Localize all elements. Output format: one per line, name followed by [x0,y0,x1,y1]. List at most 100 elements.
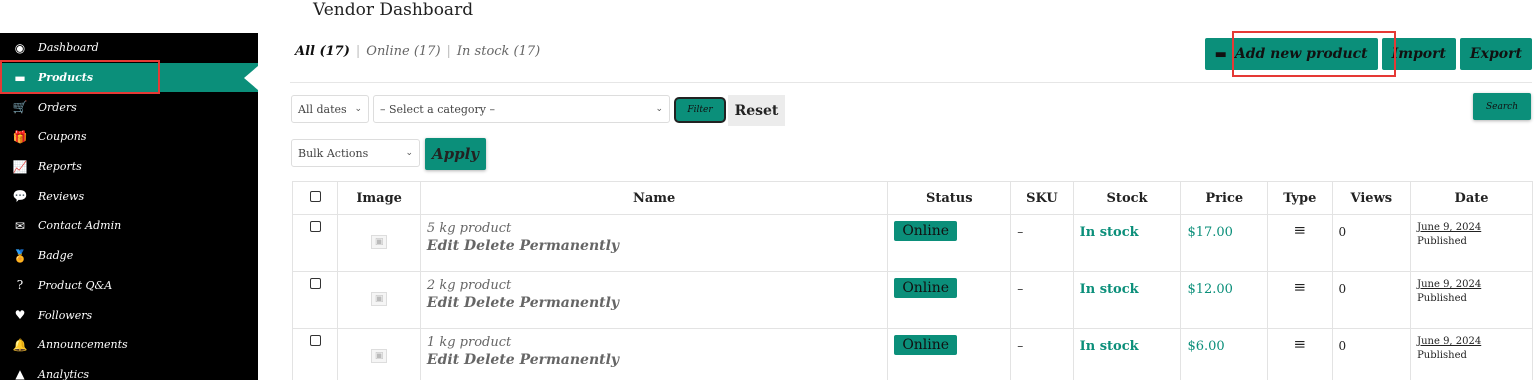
publish-status: Published [1417,293,1467,304]
sidebar-item-label: Coupons [38,130,87,144]
type-cell: ≡ [1267,328,1333,380]
add-new-product-label: Add new product [1234,46,1368,62]
sidebar-item-products[interactable]: ▬ Products [0,59,258,94]
row-select-cell [291,271,339,329]
briefcase-icon: ▬ [1214,46,1227,62]
question-circle-icon: ? [16,278,24,293]
sidebar-item-coupons[interactable]: 🎁 Coupons [0,122,258,152]
select-all-checkbox[interactable] [309,190,321,202]
price-cell: $12.00 [1180,271,1269,329]
sidebar-item-label: Analytics [38,367,90,380]
simple-product-icon: ≡ [1293,278,1307,296]
date-select[interactable]: All dates ⌄ [291,95,369,123]
select-all-cell [291,181,339,215]
views-cell: 0 [1331,328,1412,380]
price-cell: $6.00 [1180,328,1269,380]
reset-button[interactable]: Reset [728,95,785,126]
name-cell: 1 kg product Edit Delete Permanently [419,328,889,380]
product-name-link[interactable]: 5 kg product [427,221,881,237]
status-badge: Online [894,335,958,355]
filter-all-link[interactable]: All (17) [295,44,350,59]
image-cell: ▣ [337,271,421,329]
sidebar-item-contact-admin[interactable]: ✉ Contact Admin [0,211,258,241]
row-actions[interactable]: Edit Delete Permanently [427,351,881,369]
column-header-price[interactable]: Price [1180,181,1269,215]
column-header-image: Image [337,181,421,215]
image-placeholder-icon[interactable]: ▣ [371,292,388,306]
sidebar-item-dashboard[interactable]: ◉ Dashboard [0,33,258,63]
status-cell: Online [887,214,1012,272]
image-cell: ▣ [337,328,421,380]
column-header-date[interactable]: Date [1410,181,1533,215]
chart-area-icon: ▲ [15,367,25,380]
sidebar-item-followers[interactable]: ♥ Followers [0,300,258,330]
sidebar-item-label: Products [38,71,94,85]
tachometer-icon: ◉ [14,40,26,55]
filter-in-stock-link[interactable]: In stock (17) [457,44,540,59]
name-cell: 5 kg product Edit Delete Permanently [419,214,889,272]
sidebar-item-label: Orders [38,100,77,114]
sku-cell: – [1010,328,1074,380]
export-button[interactable]: Export [1460,38,1532,70]
gift-icon: 🎁 [12,129,28,144]
chart-line-icon: 📈 [12,159,28,174]
briefcase-icon: ▬ [14,70,26,85]
sidebar-item-label: Announcements [38,338,128,352]
sidebar-item-badge[interactable]: 🏅 Badge [0,241,258,271]
apply-button[interactable]: Apply [425,138,486,170]
column-header-name[interactable]: Name [419,181,889,215]
column-header-status: Status [887,181,1012,215]
sidebar-item-product-qa[interactable]: ? Product Q&A [0,271,258,301]
envelope-open-icon: ✉ [14,218,26,233]
publish-status: Published [1417,350,1467,361]
bulk-actions-value: Bulk Actions [298,146,369,160]
stock-cell: In stock [1072,214,1182,272]
row-checkbox[interactable] [309,278,321,289]
stock-cell: In stock [1072,271,1182,329]
category-select-value: – Select a category – [380,102,495,116]
filter-online-link[interactable]: Online (17) [366,44,440,59]
row-checkbox[interactable] [309,335,321,346]
products-table: Image Name Status SKU Stock Price Type V… [291,181,1533,380]
sidebar-item-label: Reviews [38,189,85,203]
sidebar-item-announcements[interactable]: 🔔 Announcements [0,330,258,360]
row-actions[interactable]: Edit Delete Permanently [427,294,881,312]
image-cell: ▣ [337,214,421,272]
import-button[interactable]: Import [1381,38,1456,70]
column-header-sku[interactable]: SKU [1010,181,1074,215]
sidebar-item-label: Contact Admin [38,219,122,233]
simple-product-icon: ≡ [1293,335,1307,353]
sidebar-item-label: Followers [38,308,93,322]
type-cell: ≡ [1267,271,1333,329]
row-actions[interactable]: Edit Delete Permanently [427,237,881,255]
filter-button[interactable]: Filter [674,97,726,123]
filter-separator: | [446,44,451,59]
image-placeholder-icon[interactable]: ▣ [371,349,388,363]
column-header-stock: Stock [1072,181,1182,215]
chevron-down-icon: ⌄ [655,104,663,114]
row-select-cell [291,214,339,272]
sidebar-item-analytics[interactable]: ▲ Analytics [0,360,258,380]
name-cell: 2 kg product Edit Delete Permanently [419,271,889,329]
date-value: June 9, 2024 [1417,336,1482,347]
product-name-link[interactable]: 1 kg product [427,335,881,351]
date-cell: June 9, 2024 Published [1410,214,1533,272]
filter-separator: | [355,44,361,59]
bulk-actions-select[interactable]: Bulk Actions ⌄ [291,139,420,167]
image-placeholder-icon[interactable]: ▣ [371,235,388,249]
row-checkbox[interactable] [309,221,321,232]
table-header-row: Image Name Status SKU Stock Price Type V… [291,181,1533,215]
sidebar-item-reports[interactable]: 📈 Reports [0,152,258,182]
sidebar-item-orders[interactable]: 🛒 Orders [0,92,258,122]
price-cell: $17.00 [1180,214,1269,272]
sidebar-item-reviews[interactable]: 💬 Reviews [0,181,258,211]
date-cell: June 9, 2024 Published [1410,328,1533,380]
product-name-link[interactable]: 2 kg product [427,278,881,294]
search-button[interactable]: Search [1473,93,1531,120]
chevron-down-icon: ⌄ [354,104,362,114]
category-select[interactable]: – Select a category – ⌄ [373,95,670,123]
add-new-product-button[interactable]: ▬ Add new product [1204,38,1378,70]
table-row: ▣ 1 kg product Edit Delete Permanently O… [291,328,1533,380]
sidebar: ◉ Dashboard ▬ Products 🛒 Orders 🎁 Coupon… [0,33,258,380]
stock-cell: In stock [1072,328,1182,380]
